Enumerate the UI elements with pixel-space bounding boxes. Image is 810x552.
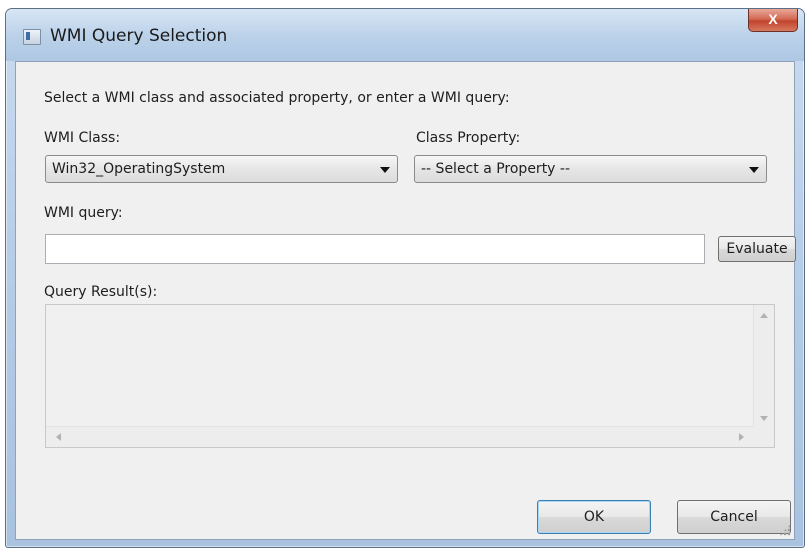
cancel-button[interactable]: Cancel [677, 500, 791, 534]
evaluate-button[interactable]: Evaluate [718, 236, 796, 262]
instruction-text: Select a WMI class and associated proper… [44, 90, 510, 106]
chevron-down-icon [749, 167, 759, 173]
close-icon: X [768, 11, 778, 27]
scroll-up-icon[interactable] [760, 313, 768, 318]
query-results-box[interactable] [45, 304, 775, 448]
window-icon [23, 29, 41, 45]
scroll-left-icon[interactable] [56, 433, 61, 441]
dialog-window: WMI Query Selection X Select a WMI class… [5, 8, 805, 548]
scrollbar-corner [753, 427, 774, 447]
close-button[interactable]: X [748, 9, 798, 32]
wmi-query-input[interactable] [45, 234, 705, 264]
horizontal-scrollbar[interactable] [46, 426, 754, 447]
class-property-label: Class Property: [416, 130, 521, 146]
query-results-label: Query Result(s): [44, 284, 158, 300]
title-bar[interactable]: WMI Query Selection X [6, 9, 804, 61]
wmi-class-value: Win32_OperatingSystem [52, 161, 226, 177]
scroll-right-icon[interactable] [739, 433, 744, 441]
ok-button-label: OK [583, 509, 605, 525]
wmi-query-label: WMI query: [44, 205, 123, 221]
chevron-down-icon [380, 167, 390, 173]
wmi-class-label: WMI Class: [44, 130, 121, 146]
class-property-value: -- Select a Property -- [421, 161, 571, 177]
wmi-class-dropdown[interactable]: Win32_OperatingSystem [45, 155, 398, 183]
evaluate-button-label: Evaluate [726, 241, 788, 257]
dialog-client-area: Select a WMI class and associated proper… [15, 61, 796, 540]
scroll-down-icon[interactable] [760, 416, 768, 421]
ok-button[interactable]: OK [537, 500, 651, 534]
vertical-scrollbar[interactable] [753, 305, 774, 429]
class-property-dropdown[interactable]: -- Select a Property -- [414, 155, 767, 183]
window-title: WMI Query Selection [50, 26, 228, 46]
cancel-button-label: Cancel [710, 509, 758, 525]
